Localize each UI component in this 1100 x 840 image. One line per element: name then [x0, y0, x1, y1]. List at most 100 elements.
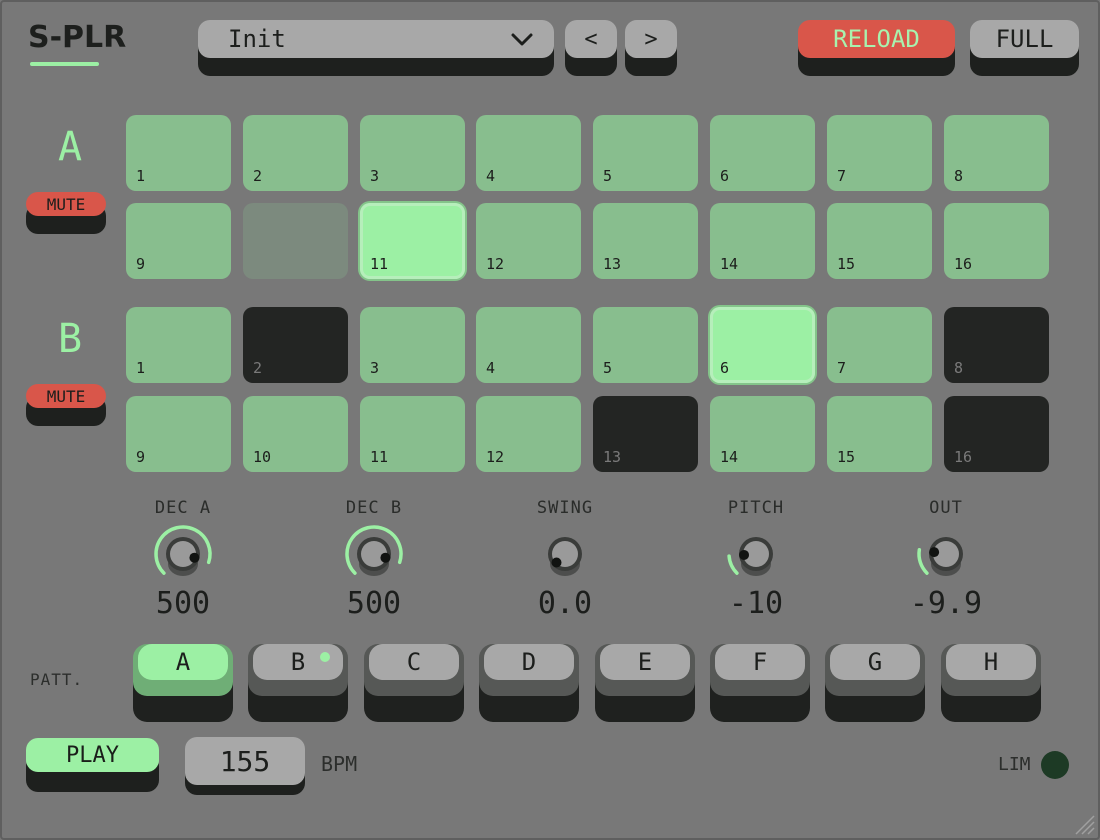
- pattern-label: PATT.: [30, 670, 84, 689]
- step-pad-number: 8: [954, 167, 964, 185]
- pattern-button-label: B: [253, 644, 343, 680]
- step-pad-number: 13: [603, 448, 622, 466]
- step-pad-b-14[interactable]: 14: [710, 396, 815, 472]
- chevron-down-icon: [511, 33, 533, 46]
- knob-value: -10: [728, 586, 784, 621]
- step-pad-b-13[interactable]: 13: [593, 396, 698, 472]
- knob-swing[interactable]: SWING 0.0: [505, 498, 625, 621]
- step-pad-b-12[interactable]: 12: [476, 396, 581, 472]
- step-pad-number: 3: [370, 359, 380, 377]
- step-pad-number: 8: [954, 359, 964, 377]
- step-pad-a-12[interactable]: 12: [476, 203, 581, 279]
- step-pad-b-1[interactable]: 1: [126, 307, 231, 383]
- step-pad-b-10[interactable]: 10: [243, 396, 348, 472]
- pattern-button-f[interactable]: F: [710, 642, 810, 722]
- track-b-mute-button[interactable]: MUTE: [26, 384, 106, 426]
- knob-pointer: [380, 552, 391, 563]
- pattern-button-label: C: [369, 644, 459, 680]
- knob-label: SWING: [536, 498, 594, 518]
- knob-pointer: [189, 552, 200, 563]
- step-pad-number: 7: [837, 359, 847, 377]
- knob-dec-b[interactable]: DEC B 500: [314, 498, 434, 621]
- step-pad-b-6[interactable]: 6: [710, 307, 815, 383]
- knob-dec-a[interactable]: DEC A 500: [123, 498, 243, 621]
- fullscreen-button[interactable]: FULL: [970, 20, 1079, 76]
- knob-dial-icon: [154, 525, 212, 576]
- step-pad-number: 10: [253, 448, 272, 466]
- knob-dial-icon: [727, 537, 773, 576]
- knob-pointer: [929, 547, 940, 558]
- pattern-button-b[interactable]: B: [248, 642, 348, 722]
- play-button[interactable]: PLAY: [26, 738, 159, 792]
- step-pad-number: 4: [486, 167, 496, 185]
- step-pad-number: 16: [954, 255, 973, 273]
- step-pad-b-3[interactable]: 3: [360, 307, 465, 383]
- pattern-button-label: A: [138, 644, 228, 680]
- step-pad-b-16[interactable]: 16: [944, 396, 1049, 472]
- knob-level-arc: [917, 548, 929, 575]
- bpm-label: BPM: [321, 752, 358, 776]
- step-pad-a-8[interactable]: 8: [944, 115, 1049, 191]
- knob-dial-icon: [345, 525, 403, 576]
- step-pad-a-15[interactable]: 15: [827, 203, 932, 279]
- step-pad-b-4[interactable]: 4: [476, 307, 581, 383]
- step-pad-a-14[interactable]: 14: [710, 203, 815, 279]
- step-pad-number: 15: [837, 448, 856, 466]
- preset-selector[interactable]: Init: [198, 20, 554, 76]
- step-pad-a-5[interactable]: 5: [593, 115, 698, 191]
- step-pad-number: 2: [253, 359, 263, 377]
- step-pad-b-7[interactable]: 7: [827, 307, 932, 383]
- step-pad-b-11[interactable]: 11: [360, 396, 465, 472]
- step-pad-a-16[interactable]: 16: [944, 203, 1049, 279]
- step-pad-number: 1: [136, 167, 146, 185]
- knob-value: 500: [346, 586, 402, 621]
- knob-label: DEC A: [154, 498, 212, 518]
- step-pad-number: 4: [486, 359, 496, 377]
- prev-preset-button[interactable]: <: [565, 20, 617, 76]
- step-pad-number: 9: [136, 448, 146, 466]
- pattern-button-label: D: [484, 644, 574, 680]
- track-a-mute-button[interactable]: MUTE: [26, 192, 106, 234]
- next-preset-button[interactable]: >: [625, 20, 677, 76]
- pattern-button-h[interactable]: H: [941, 642, 1041, 722]
- step-pad-a-11[interactable]: 11: [360, 203, 465, 279]
- step-pad-a-4[interactable]: 4: [476, 115, 581, 191]
- step-pad-b-9[interactable]: 9: [126, 396, 231, 472]
- step-pad-a-7[interactable]: 7: [827, 115, 932, 191]
- pattern-button-e[interactable]: E: [595, 642, 695, 722]
- step-pad-a-1[interactable]: 1: [126, 115, 231, 191]
- bpm-field[interactable]: 155: [185, 737, 305, 795]
- step-pad-number: 15: [837, 255, 856, 273]
- reload-button[interactable]: RELOAD: [798, 20, 955, 76]
- step-pad-number: 9: [136, 255, 146, 273]
- step-pad-a-9[interactable]: 9: [126, 203, 231, 279]
- knob-pitch[interactable]: PITCH -10: [696, 498, 816, 621]
- step-pad-a-3[interactable]: 3: [360, 115, 465, 191]
- step-pad-number: 16: [954, 448, 973, 466]
- pattern-button-label: H: [946, 644, 1036, 680]
- step-pad-b-2[interactable]: 2: [243, 307, 348, 383]
- track-a-letter: A: [57, 124, 83, 170]
- step-pad-b-15[interactable]: 15: [827, 396, 932, 472]
- knob-label: DEC B: [345, 498, 403, 518]
- app-logo: S-PLR: [28, 20, 127, 55]
- logo-underline: [30, 62, 99, 66]
- knob-level-arc: [727, 554, 739, 575]
- limiter-led-indicator: [1041, 751, 1069, 779]
- step-pad-b-8[interactable]: 8: [944, 307, 1049, 383]
- step-pad-a-10[interactable]: [243, 203, 348, 279]
- step-pad-a-13[interactable]: 13: [593, 203, 698, 279]
- step-pad-number: 13: [603, 255, 622, 273]
- knob-out[interactable]: OUT -9.9: [886, 498, 1006, 621]
- knob-dial-icon: [917, 537, 963, 576]
- pattern-button-d[interactable]: D: [479, 642, 579, 722]
- resize-grip-icon[interactable]: [1072, 812, 1096, 836]
- knob-label: PITCH: [727, 498, 785, 518]
- step-pad-b-5[interactable]: 5: [593, 307, 698, 383]
- pattern-button-a[interactable]: A: [133, 642, 233, 722]
- step-pad-number: 12: [486, 448, 505, 466]
- pattern-button-c[interactable]: C: [364, 642, 464, 722]
- step-pad-a-6[interactable]: 6: [710, 115, 815, 191]
- pattern-button-g[interactable]: G: [825, 642, 925, 722]
- step-pad-a-2[interactable]: 2: [243, 115, 348, 191]
